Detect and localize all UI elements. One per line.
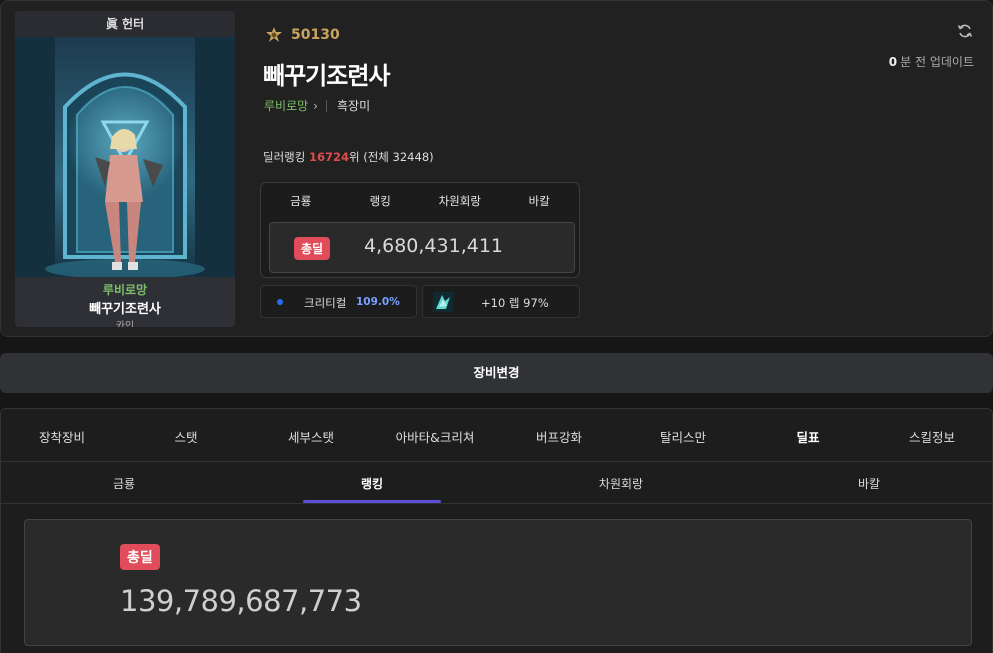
tab-skill-info[interactable]: 스킬정보 — [909, 427, 955, 446]
character-subtitle-small: 카인 — [115, 321, 135, 327]
rank-tab-bakal[interactable]: 바칼 — [500, 183, 580, 219]
rank-tabs: 금룡 랭킹 차원회랑 바칼 — [261, 183, 579, 219]
talisman-box: +10 렙 97% — [422, 285, 580, 318]
rank-total-damage-card: 총딜 4,680,431,411 — [269, 222, 575, 273]
critical-label: 크리티컬 — [304, 296, 347, 310]
fame-row: 50130 — [265, 25, 340, 45]
character-server-small: 루비로망 — [102, 283, 148, 297]
subtab-bakal[interactable]: 바칼 — [858, 475, 880, 492]
dealer-ranking-prefix: 딜러랭킹 — [263, 150, 306, 164]
profile-card: 眞 헌터 루비로망 빼꾸기조련사 카인 50130 빼꾸기조련사 루비로망 › … — [0, 0, 993, 337]
total-damage-badge: 총딜 — [294, 237, 331, 260]
dealer-ranking-middle: 위 (전체 — [349, 150, 389, 164]
subtab-geumryong[interactable]: 금룡 — [113, 475, 135, 492]
critical-stat-box: 크리티컬 109.0% — [260, 285, 417, 318]
fame-value: 50130 — [291, 27, 340, 43]
tab-equipped-gear[interactable]: 장착장비 — [39, 427, 85, 446]
server-link[interactable]: 루비로망 — [264, 97, 308, 114]
refresh-icon[interactable] — [957, 23, 973, 39]
update-status: 0분 전 업데이트 — [889, 53, 974, 70]
update-minutes: 0 — [888, 55, 898, 69]
main-panel: 장착장비 스탯 세부스탯 아바타&크리쳐 버프강화 탈리스만 딜표 스킬정보 금… — [0, 408, 993, 653]
total-damage-value-small: 4,680,431,411 — [364, 235, 504, 257]
dealer-ranking: 딜러랭킹 16724위 (전체 32448) — [263, 149, 434, 165]
character-class-label: 眞 헌터 — [15, 11, 235, 37]
tab-talisman[interactable]: 탈리스만 — [660, 427, 706, 446]
critical-value: 109.0% — [356, 296, 400, 308]
fame-emblem-icon — [266, 27, 282, 42]
guild-name[interactable]: 흑장미 — [337, 97, 370, 114]
talisman-icon — [433, 292, 453, 312]
tab-avatar-creature[interactable]: 아바타&크리쳐 — [396, 427, 475, 446]
tab-buff-enhance[interactable]: 버프강화 — [536, 427, 582, 446]
subtab-dimension[interactable]: 차원회랑 — [599, 475, 643, 492]
sub-tabs: 금룡 랭킹 차원회랑 바칼 — [1, 462, 992, 504]
rank-tab-dimension[interactable]: 차원회랑 — [420, 183, 500, 219]
equip-change-button[interactable]: 장비변경 — [0, 353, 993, 393]
tab-stats[interactable]: 스탯 — [174, 427, 197, 446]
total-damage-value: 139,789,687,773 — [120, 584, 362, 618]
total-damage-card: 총딜 139,789,687,773 — [24, 519, 972, 646]
character-name: 빼꾸기조련사 — [263, 62, 390, 90]
dealer-ranking-total: 32448 — [392, 150, 430, 164]
dot-icon — [277, 299, 283, 305]
tab-detailed-stats[interactable]: 세부스탯 — [288, 427, 334, 446]
server-row: 루비로망 › 흑장미 — [264, 97, 370, 114]
total-damage-badge-large: 총딜 — [120, 544, 160, 570]
subtab-ranking[interactable]: 랭킹 — [361, 475, 383, 492]
main-tabs: 장착장비 스탯 세부스탯 아바타&크리쳐 버프강화 탈리스만 딜표 스킬정보 — [1, 409, 992, 462]
update-label: 분 전 업데이트 — [900, 55, 974, 69]
divider — [325, 99, 327, 112]
chevron-right-icon: › — [313, 98, 318, 113]
character-portrait-image — [15, 37, 235, 277]
rank-tab-geumryong[interactable]: 금룡 — [261, 183, 341, 219]
active-subtab-underline — [303, 500, 441, 503]
dealer-ranking-rank: 16724 — [308, 150, 349, 164]
rank-tab-ranking[interactable]: 랭킹 — [341, 183, 421, 219]
dealer-ranking-suffix: ) — [429, 150, 434, 164]
tab-damage-table[interactable]: 딜표 — [796, 427, 819, 446]
character-card[interactable]: 眞 헌터 루비로망 빼꾸기조련사 카인 — [15, 11, 235, 327]
character-name-small: 빼꾸기조련사 — [89, 302, 161, 317]
talisman-text: +10 렙 97% — [481, 296, 549, 310]
rank-summary-box: 금룡 랭킹 차원회랑 바칼 총딜 4,680,431,411 — [260, 182, 580, 278]
